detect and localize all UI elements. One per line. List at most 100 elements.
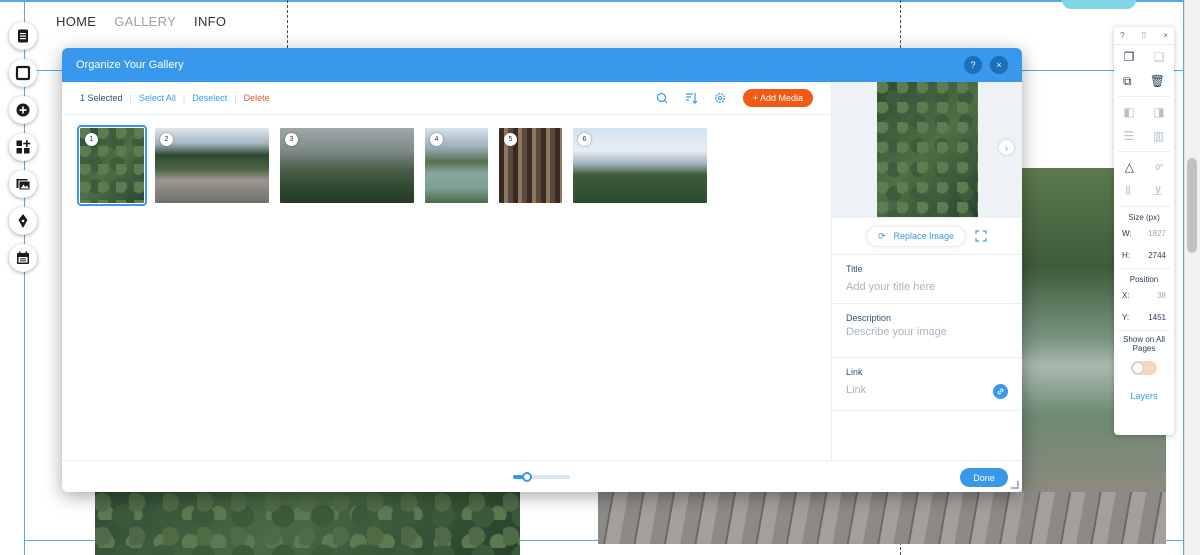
app-market-icon[interactable]	[9, 133, 37, 161]
description-input[interactable]: Describe your image	[846, 326, 1008, 349]
toolbar-separator: |	[234, 93, 237, 103]
sort-icon[interactable]	[685, 92, 697, 104]
replace-image-button[interactable]: ⟳ Replace Image	[867, 227, 965, 246]
flip-vertical-icon[interactable]: ⊻	[1154, 184, 1163, 198]
crop-icon[interactable]	[975, 230, 987, 242]
resize-handle-icon[interactable]	[1011, 481, 1019, 489]
flip-horizontal-icon[interactable]: ⫴	[1126, 184, 1131, 199]
distribute-icon[interactable]: ▥	[1153, 129, 1164, 143]
preview-image	[877, 82, 978, 217]
replace-image-row: ⟳ Replace Image	[832, 218, 1022, 255]
image-preview: ›	[832, 82, 1022, 218]
thumbnail-1[interactable]: 1	[77, 125, 147, 206]
add-media-button[interactable]: + Add Media	[742, 89, 813, 107]
link-label: Link	[846, 367, 863, 377]
background-icon[interactable]	[9, 59, 37, 87]
link-icon[interactable]	[993, 384, 1008, 399]
x-field[interactable]: X: 38	[1114, 291, 1174, 300]
site-menu-home[interactable]: HOME	[56, 14, 96, 29]
site-menu-gallery[interactable]: GALLERY	[114, 14, 176, 29]
page-scrollbar-thumb[interactable]	[1187, 158, 1197, 253]
dialog-title: Organize Your Gallery	[76, 59, 184, 71]
description-label: Description	[846, 313, 892, 323]
duplicate-delete-row: ⧉ 🗑	[1114, 69, 1174, 93]
add-icon[interactable]	[9, 96, 37, 124]
thumbnail-6[interactable]: 6	[573, 128, 707, 203]
y-field[interactable]: Y: 1451	[1114, 313, 1174, 322]
rotate-icon[interactable]: △	[1125, 160, 1134, 174]
link-field: Link Link	[832, 358, 1022, 411]
layers-link[interactable]: Layers	[1114, 391, 1174, 401]
divider	[1118, 96, 1170, 97]
help-icon[interactable]: ?	[1120, 31, 1124, 40]
bookings-icon[interactable]	[9, 244, 37, 272]
properties-panel-header: ? ⁞⁞ ×	[1114, 27, 1174, 45]
thumbnails-pane: 1 Selected | Select All | Deselect | Del…	[62, 82, 831, 460]
zoom-slider-handle[interactable]	[522, 472, 533, 482]
done-button[interactable]: Done	[960, 468, 1008, 487]
thumbnail-number: 5	[504, 133, 517, 146]
width-label: W:	[1122, 229, 1132, 238]
y-label: Y:	[1122, 313, 1130, 322]
duplicate-icon[interactable]: ⧉	[1123, 74, 1132, 89]
thumbnail-size-slider[interactable]	[513, 472, 570, 482]
height-label: H:	[1122, 251, 1130, 260]
site-menu: HOME GALLERY INFO	[56, 14, 226, 29]
next-image-icon[interactable]: ›	[999, 140, 1014, 155]
pages-icon[interactable]	[9, 22, 37, 50]
settings-gear-icon[interactable]	[714, 92, 726, 104]
delete-link[interactable]: Delete	[244, 93, 270, 103]
rotation-value[interactable]: 0°	[1156, 163, 1164, 172]
thumbnail-number: 6	[578, 133, 591, 146]
image-details-pane: › ⟳ Replace Image Title Add your title h…	[831, 82, 1022, 460]
divider	[1118, 268, 1170, 269]
deselect-link[interactable]: Deselect	[192, 93, 227, 103]
close-button[interactable]: ×	[990, 56, 1008, 74]
height-field[interactable]: H: 2744	[1114, 251, 1174, 260]
y-value[interactable]: 1451	[1148, 313, 1166, 322]
thumbnail-grid: 1 2 3 4 5 6	[62, 115, 831, 216]
thumbnail-2[interactable]: 2	[155, 128, 269, 203]
dialog-footer: Done	[62, 460, 1022, 492]
title-input[interactable]: Add your title here	[846, 281, 1008, 304]
divider	[1118, 151, 1170, 152]
show-on-all-pages-toggle[interactable]	[1131, 361, 1157, 375]
drag-handle-icon[interactable]: ⁞⁞	[1142, 31, 1146, 40]
delete-icon[interactable]: 🗑	[1150, 74, 1165, 88]
thumbnail-5[interactable]: 5	[499, 128, 562, 203]
arrange-back-icon[interactable]: ◨	[1153, 105, 1164, 119]
position-label: Position	[1129, 275, 1159, 284]
arrange-icon[interactable]: ◧	[1123, 105, 1134, 119]
align-icon[interactable]: ☰	[1123, 129, 1134, 143]
close-icon[interactable]: ×	[1163, 31, 1168, 40]
properties-panel: ? ⁞⁞ × ❐ ❏ ⧉ 🗑 ◧ ◨ ☰ ▥ △ 0° ⫴ ⊻ Size (px…	[1114, 27, 1174, 435]
title-field: Title Add your title here	[832, 255, 1022, 304]
toolbar-separator: |	[129, 93, 132, 103]
replace-image-label: Replace Image	[893, 231, 955, 241]
width-field[interactable]: W: 1827	[1114, 229, 1174, 238]
width-value[interactable]: 1827	[1148, 229, 1166, 238]
page-scrollbar[interactable]	[1184, 0, 1200, 555]
help-button[interactable]: ?	[964, 56, 982, 74]
thumbnail-number: 3	[285, 133, 298, 146]
blog-pen-icon[interactable]	[9, 207, 37, 235]
select-all-link[interactable]: Select All	[139, 93, 176, 103]
toolbar-separator: |	[182, 93, 186, 103]
thumbnail-3[interactable]: 3	[280, 128, 414, 203]
link-input[interactable]: Link	[846, 384, 1008, 407]
refresh-icon: ⟳	[877, 230, 886, 241]
gallery-image-dock[interactable]	[598, 492, 1166, 544]
media-icon[interactable]	[9, 170, 37, 198]
x-value[interactable]: 38	[1157, 291, 1166, 300]
dialog-body: 1 Selected | Select All | Deselect | Del…	[62, 82, 1022, 460]
title-label: Title	[846, 264, 863, 274]
gallery-image-forest[interactable]	[95, 492, 520, 555]
paste-icon[interactable]: ❏	[1154, 50, 1165, 64]
rotate-row: △ 0°	[1114, 155, 1174, 179]
search-icon[interactable]	[656, 92, 668, 104]
copy-icon[interactable]: ❐	[1124, 50, 1135, 64]
thumbnail-4[interactable]: 4	[425, 128, 488, 203]
thumbnail-number: 1	[85, 133, 98, 146]
height-value[interactable]: 2744	[1148, 251, 1166, 260]
site-menu-info[interactable]: INFO	[194, 14, 226, 29]
